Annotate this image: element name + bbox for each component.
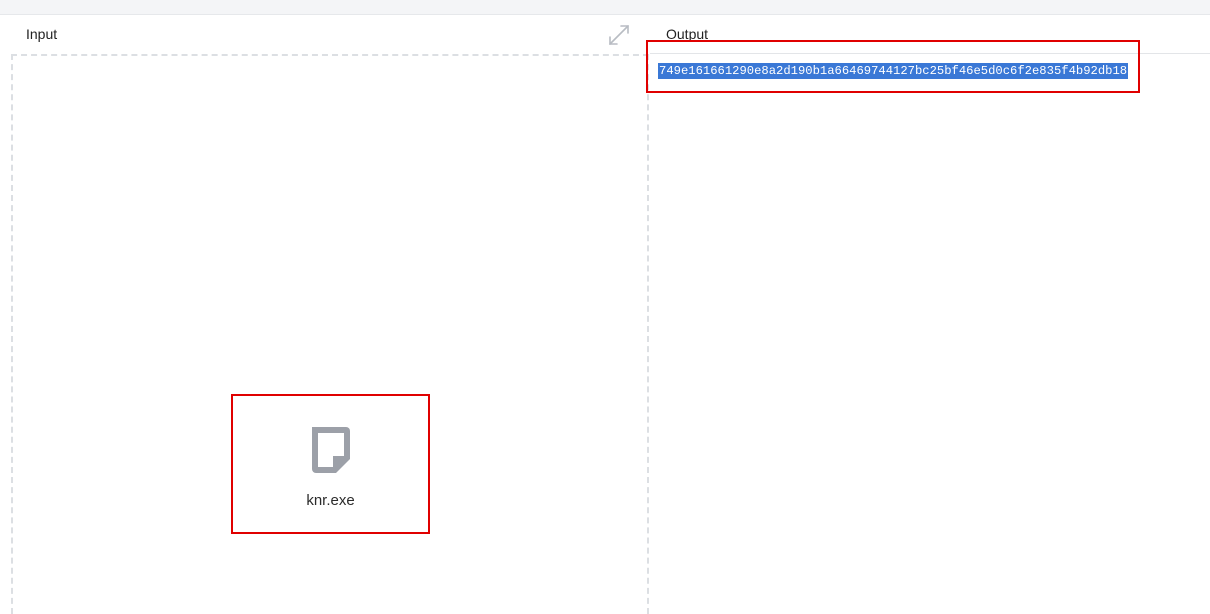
top-bar	[0, 0, 1210, 15]
output-area[interactable]	[650, 54, 1210, 613]
maximize-icon[interactable]	[606, 22, 632, 48]
file-name: knr.exe	[306, 492, 355, 509]
input-panel-title: Input	[26, 26, 58, 42]
file-icon	[307, 425, 353, 477]
input-panel-header: Input	[0, 15, 650, 53]
output-hash-value[interactable]: 749e161661290e8a2d190b1a66469744127bc25b…	[658, 63, 1129, 79]
input-file-card[interactable]: knr.exe	[231, 394, 430, 534]
